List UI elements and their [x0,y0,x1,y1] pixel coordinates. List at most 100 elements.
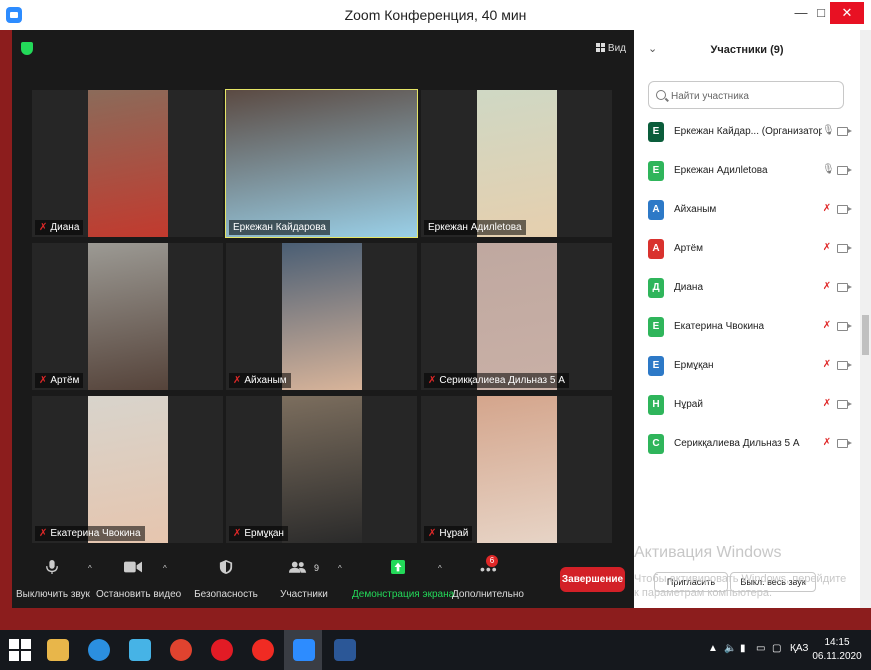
share-options-caret[interactable]: ^ [438,564,442,573]
video-tile[interactable]: ✗ Артём [32,243,223,390]
video-tile[interactable]: Еркежан Адилletова [421,90,612,237]
input-language[interactable]: ҚАЗ [790,643,808,654]
video-camera-icon[interactable] [837,127,852,136]
speaker-icon[interactable]: 🔈 [724,643,736,654]
participant-row[interactable]: А Айханым ✗ [634,194,860,233]
participant-avatar: С [648,434,664,454]
yandex-icon [252,639,274,661]
participant-search[interactable] [648,81,844,109]
microphone-icon[interactable]: 🎙 [822,164,835,176]
video-tile-name: ✗ Артём [35,373,84,388]
video-camera-icon[interactable] [837,244,852,253]
share-screen-button[interactable]: ^ Демонстрация экрана [352,548,455,608]
participant-row[interactable]: А Артём ✗ [634,233,860,272]
video-tile[interactable]: ✗ Айханым [226,243,417,390]
video-camera-icon[interactable] [837,361,852,370]
more-dots-icon: ••• [480,561,498,577]
video-camera-icon[interactable] [837,439,852,448]
share-label: Демонстрация экрана [352,589,455,600]
participant-avatar: Е [648,122,664,142]
participants-options-caret[interactable]: ^ [338,564,342,573]
participant-video-feed [476,396,557,543]
video-tile[interactable]: Еркежан Кайдарова [225,89,418,238]
video-tile-name: Еркежан Адилletова [424,220,526,235]
video-tile[interactable]: ✗ Диана [32,90,223,237]
participant-row[interactable]: С Серикқалиева Дильназ 5 А ✗ [634,428,860,467]
network-signal-icon[interactable]: ▮ [740,643,746,654]
scrollbar[interactable] [860,30,871,608]
taskbar-app[interactable] [0,630,38,670]
tray-chevron-icon[interactable]: ▲ [708,643,718,654]
participant-video-feed [476,90,557,237]
participant-name: Еркежан Кайдарова [233,222,326,233]
muted-microphone-icon[interactable]: ✗ [822,281,832,293]
desktop-background-bottom [0,608,871,630]
close-button[interactable]: ✕ [830,2,864,24]
taskbar-app[interactable] [243,630,281,670]
taskbar-app[interactable] [38,630,76,670]
mute-label: Выключить звук [16,589,90,600]
taskbar-app[interactable] [79,630,117,670]
meeting-controls: ^ Выключить звук ^ Остановить видео Безо… [12,548,634,608]
participant-row[interactable]: Д Диана ✗ [634,272,860,311]
encryption-shield-icon[interactable] [21,42,33,55]
video-tile[interactable]: ✗ Екатерина Чвокина [32,396,223,543]
taskbar-app[interactable] [202,630,240,670]
mute-options-caret[interactable]: ^ [88,564,92,573]
microphone-icon[interactable]: 🎙 [822,125,835,137]
participants-panel: ⌄ Участники (9) ЕЕркежан Кайдар... (Орга… [634,30,860,608]
taskbar-app[interactable] [325,630,363,670]
video-camera-icon[interactable] [837,205,852,214]
muted-microphone-icon[interactable]: ✗ [822,242,832,254]
participant-row[interactable]: Н Нұрай ✗ [634,389,860,428]
stop-video-button[interactable]: ^ Остановить видео [96,548,182,608]
video-tile-name: ✗ Айханым [229,373,291,388]
participant-row[interactable]: Е Еркежан Адилletова 🎙 [634,155,860,194]
video-tile[interactable]: ✗ Ермұқан [226,396,417,543]
video-tile[interactable]: ✗ Серикқалиева Дильназ 5 А [421,243,612,390]
view-button[interactable]: Вид [595,43,626,54]
participant-video-feed [281,396,362,543]
taskbar-app[interactable] [284,630,322,670]
video-tile[interactable]: ✗ Нұрай [421,396,612,543]
muted-microphone-icon[interactable]: ✗ [822,398,832,410]
activation-watermark-text: Чтобы активировать Windows, перейдите к … [634,573,847,599]
video-label: Остановить видео [96,589,182,600]
battery-icon[interactable]: ▭ [756,643,765,654]
participant-name: Диана [674,282,704,293]
participant-avatar: Д [648,278,664,298]
muted-microphone-icon[interactable]: ✗ [822,359,832,371]
video-camera-icon[interactable] [837,322,852,331]
taskbar-app[interactable] [120,630,158,670]
video-options-caret[interactable]: ^ [163,564,167,573]
taskbar-app[interactable] [161,630,199,670]
security-label: Безопасность [194,589,258,600]
security-shield-icon [219,560,233,574]
participant-row[interactable]: Е Екатерина Чвокина ✗ [634,311,860,350]
participant-video-feed [476,243,557,390]
security-button[interactable]: Безопасность [192,548,260,608]
muted-microphone-icon[interactable]: ✗ [822,203,832,215]
participant-search-input[interactable] [669,86,843,106]
mute-button[interactable]: ^ Выключить звук [16,548,92,608]
participant-name: Ермұқан [244,528,284,539]
clock-time: 14:15 [824,637,850,648]
muted-microphone-icon: ✗ [233,375,242,386]
video-camera-icon[interactable] [837,283,852,292]
scrollbar-thumb[interactable] [862,315,869,355]
opera-icon [211,639,233,661]
video-camera-icon[interactable] [837,166,852,175]
participant-name: Диана [50,222,80,233]
participant-row[interactable]: Е Ермұқан ✗ [634,350,860,389]
video-tile-name: ✗ Серикқалиева Дильназ 5 А [424,373,569,388]
muted-microphone-icon: ✗ [39,222,48,233]
internet-explorer-icon [88,639,110,661]
muted-microphone-icon[interactable]: ✗ [822,437,832,449]
muted-microphone-icon[interactable]: ✗ [822,320,832,332]
notification-icon[interactable]: ▢ [772,643,781,654]
participants-button[interactable]: 9 ^ Участники [274,548,342,608]
end-meeting-button[interactable]: Завершение [560,567,625,592]
taskbar-clock[interactable]: 14:15 06.11.2020 [812,636,862,664]
video-camera-icon[interactable] [837,400,852,409]
participant-row[interactable]: Е Еркежан Кайдар... (Организатор, я) 🎙 [634,116,860,155]
